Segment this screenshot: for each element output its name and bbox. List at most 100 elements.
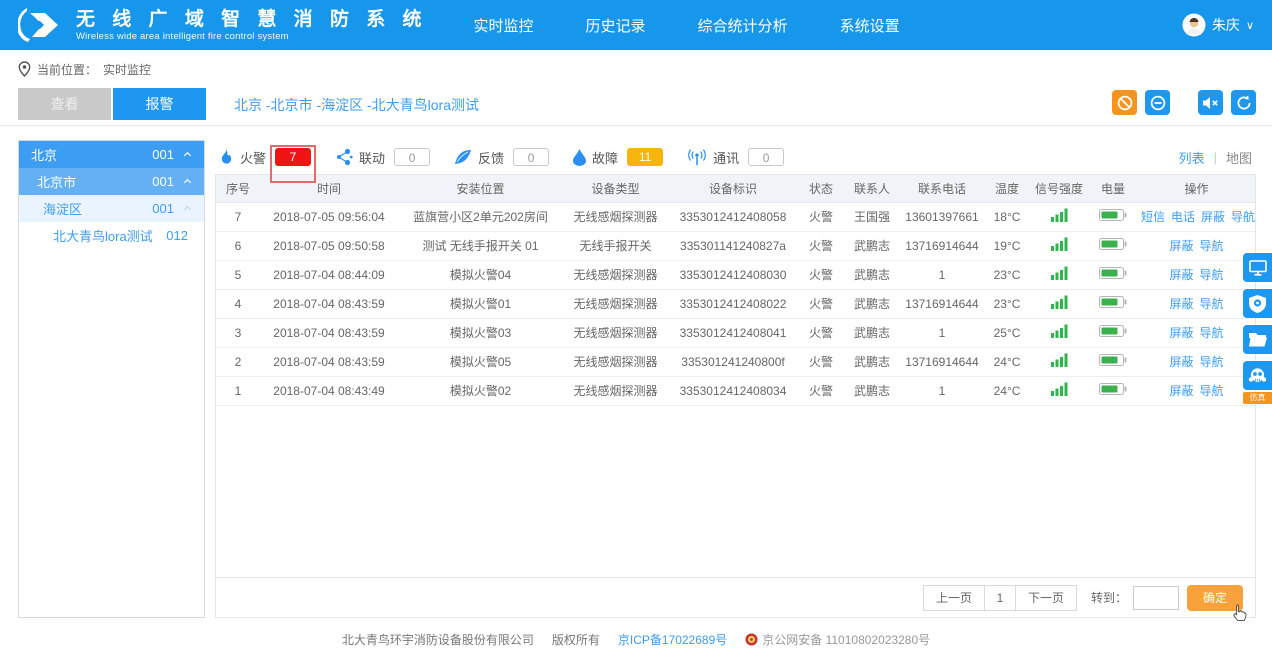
tree-item-beijing-city[interactable]: 北京市001 bbox=[19, 168, 204, 195]
confirm-button[interactable]: 确定 bbox=[1187, 585, 1243, 611]
contact-cell: 王国强 bbox=[844, 202, 900, 231]
op-sms-link[interactable]: 短信 bbox=[1141, 210, 1165, 224]
nav-item-system-settings[interactable]: 系统设置 bbox=[840, 15, 900, 36]
user-menu[interactable]: 朱庆 ∨ bbox=[1182, 13, 1254, 37]
status-cell: 火警 bbox=[798, 376, 844, 405]
nav-item-history-records[interactable]: 历史记录 bbox=[586, 15, 646, 36]
contact-cell: 武鹏志 bbox=[844, 318, 900, 347]
signal-cell bbox=[1030, 202, 1088, 231]
tab-alarm[interactable]: 报警 bbox=[113, 88, 206, 120]
tree-item-haidian[interactable]: 海淀区001 bbox=[19, 195, 204, 222]
nav-item-statistics-analysis[interactable]: 综合统计分析 bbox=[698, 15, 788, 36]
monitor-button[interactable] bbox=[1243, 253, 1272, 282]
op-navigate-link[interactable]: 导航 bbox=[1200, 384, 1224, 398]
filter-count-linkage: 0 bbox=[394, 148, 430, 166]
ops-cell: 短信电话屏蔽导航 bbox=[1138, 202, 1255, 231]
battery-icon bbox=[1099, 208, 1127, 222]
device-id-cell: 3353012412408022 bbox=[668, 289, 798, 318]
footer-icp-link[interactable]: 京ICP备17022689号 bbox=[618, 631, 727, 648]
op-shield-link[interactable]: 屏蔽 bbox=[1169, 239, 1193, 253]
tab-view[interactable]: 查看 bbox=[18, 88, 111, 120]
op-shield-link[interactable]: 屏蔽 bbox=[1169, 297, 1193, 311]
footer-company: 北大青鸟环宇消防设备股份有限公司 bbox=[342, 631, 534, 648]
goto-page-input[interactable] bbox=[1133, 586, 1179, 610]
signal-icon bbox=[1051, 382, 1068, 396]
signal-cell bbox=[1030, 231, 1088, 260]
prohibit-icon bbox=[1117, 95, 1133, 111]
circle-minus-button[interactable] bbox=[1145, 90, 1170, 115]
signal-cell bbox=[1030, 318, 1088, 347]
filter-fault[interactable]: 故障11 bbox=[573, 148, 663, 167]
temp-cell: 18°C bbox=[984, 202, 1030, 231]
op-shield-link[interactable]: 屏蔽 bbox=[1169, 268, 1193, 282]
phone-cell: 13716914644 bbox=[900, 347, 984, 376]
filter-linkage[interactable]: 联动0 bbox=[335, 148, 430, 167]
view-map-link[interactable]: 地图 bbox=[1226, 148, 1252, 167]
op-navigate-link[interactable]: 导航 bbox=[1200, 326, 1224, 340]
filter-feedback[interactable]: 反馈0 bbox=[454, 148, 549, 167]
temp-cell: 23°C bbox=[984, 289, 1030, 318]
mute-icon bbox=[1202, 95, 1219, 111]
prev-page-button[interactable]: 上一页 bbox=[923, 585, 985, 611]
shield-gear-button[interactable] bbox=[1243, 289, 1272, 318]
contact-cell: 武鹏志 bbox=[844, 260, 900, 289]
mute-button[interactable] bbox=[1198, 90, 1223, 115]
filter-row: 火警7联动0反馈0故障11通讯0 列表 | 地图 bbox=[215, 140, 1256, 174]
tree-item-beijing[interactable]: 北京001 bbox=[19, 141, 204, 168]
seq-cell: 6 bbox=[216, 231, 260, 260]
column-header: 状态 bbox=[798, 175, 844, 202]
op-navigate-link[interactable]: 导航 bbox=[1200, 355, 1224, 369]
signal-icon bbox=[1051, 324, 1068, 338]
current-page[interactable]: 1 bbox=[985, 585, 1015, 611]
view-list-link[interactable]: 列表 bbox=[1179, 148, 1205, 167]
op-shield-link[interactable]: 屏蔽 bbox=[1169, 384, 1193, 398]
status-cell: 火警 bbox=[798, 260, 844, 289]
selected-location-path: 北京 -北京市 -海淀区 -北大青鸟lora测试 bbox=[234, 90, 479, 120]
filter-fire-alarm[interactable]: 火警7 bbox=[219, 148, 311, 167]
seq-cell: 4 bbox=[216, 289, 260, 318]
battery-icon bbox=[1099, 266, 1127, 280]
location-cell: 模拟火警01 bbox=[398, 289, 563, 318]
signal-icon bbox=[1051, 237, 1068, 251]
linkage-icon bbox=[335, 148, 353, 166]
temp-cell: 25°C bbox=[984, 318, 1030, 347]
op-shield-link[interactable]: 屏蔽 bbox=[1201, 210, 1225, 224]
prohibit-button[interactable] bbox=[1112, 90, 1137, 115]
op-shield-link[interactable]: 屏蔽 bbox=[1169, 355, 1193, 369]
op-navigate-link[interactable]: 导航 bbox=[1200, 297, 1224, 311]
seq-cell: 2 bbox=[216, 347, 260, 376]
breadcrumb-current: 实时监控 bbox=[103, 61, 151, 78]
gas-mask-button[interactable]: 仿真 bbox=[1243, 361, 1272, 390]
battery-cell bbox=[1088, 318, 1138, 347]
refresh-button[interactable] bbox=[1231, 90, 1256, 115]
battery-icon bbox=[1099, 295, 1127, 309]
device-id-cell: 3353012412408030 bbox=[668, 260, 798, 289]
folder-button[interactable] bbox=[1243, 325, 1272, 354]
seq-cell: 1 bbox=[216, 376, 260, 405]
filter-label-fire-alarm: 火警 bbox=[240, 148, 266, 167]
nav-item-realtime-monitor[interactable]: 实时监控 bbox=[474, 15, 534, 36]
brand-title: 无 线 广 域 智 慧 消 防 系 统 Wireless wide area i… bbox=[76, 9, 428, 42]
op-navigate-link[interactable]: 导航 bbox=[1200, 239, 1224, 253]
police-badge-icon bbox=[745, 633, 758, 646]
table-row: 12018-07-04 08:43:49模拟火警02无线感烟探测器3353012… bbox=[216, 376, 1255, 405]
time-cell: 2018-07-05 09:50:58 bbox=[260, 231, 398, 260]
contact-cell: 武鹏志 bbox=[844, 289, 900, 318]
page-footer: 北大青鸟环宇消防设备股份有限公司 版权所有 京ICP备17022689号 京公网… bbox=[0, 626, 1272, 649]
op-navigate-link[interactable]: 导航 bbox=[1200, 268, 1224, 282]
next-page-button[interactable]: 下一页 bbox=[1015, 585, 1077, 611]
phone-cell: 13601397661 bbox=[900, 202, 984, 231]
op-call-link[interactable]: 电话 bbox=[1171, 210, 1195, 224]
side-tag: 仿真 bbox=[1243, 392, 1272, 404]
filter-comms[interactable]: 通讯0 bbox=[687, 148, 784, 167]
shield-gear-icon bbox=[1249, 295, 1266, 313]
op-shield-link[interactable]: 屏蔽 bbox=[1169, 326, 1193, 340]
op-navigate-link[interactable]: 导航 bbox=[1231, 210, 1255, 224]
tree-item-bdqn-lora-test[interactable]: 北大青鸟lora测试012 bbox=[19, 222, 204, 249]
time-cell: 2018-07-04 08:43:59 bbox=[260, 318, 398, 347]
battery-cell bbox=[1088, 376, 1138, 405]
time-cell: 2018-07-04 08:43:59 bbox=[260, 347, 398, 376]
status-cell: 火警 bbox=[798, 231, 844, 260]
footer-copyright: 版权所有 bbox=[552, 631, 600, 648]
signal-icon bbox=[1051, 295, 1068, 309]
